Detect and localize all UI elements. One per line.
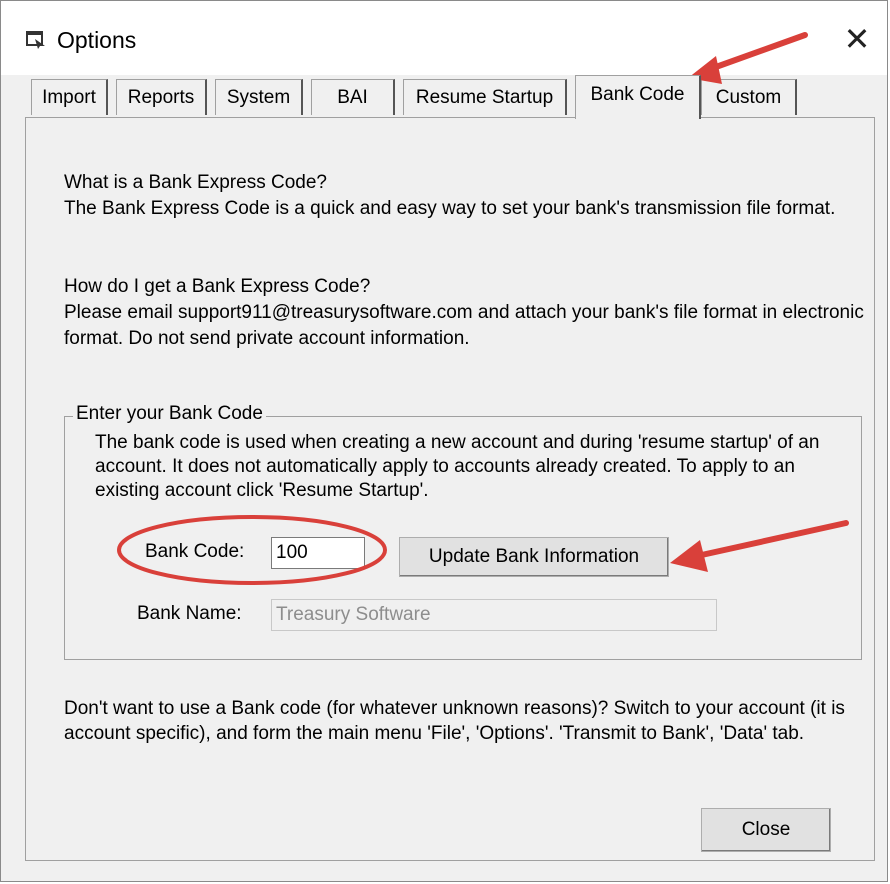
tab-custom[interactable]: Custom (701, 79, 797, 115)
update-bank-information-button[interactable]: Update Bank Information (399, 537, 669, 577)
bank-code-panel: What is a Bank Express Code? The Bank Ex… (25, 117, 875, 861)
group-legend: Enter your Bank Code (73, 403, 266, 425)
options-dialog: Options ✕ Import Reports System BAI Resu… (0, 0, 888, 882)
tab-import[interactable]: Import (31, 79, 108, 115)
title-bar: Options ✕ (1, 1, 887, 75)
bank-name-input (271, 599, 717, 631)
tab-bai[interactable]: BAI (311, 79, 395, 115)
tab-bank-code[interactable]: Bank Code (575, 75, 701, 119)
tab-reports[interactable]: Reports (116, 79, 207, 115)
close-window-icon[interactable]: ✕ (837, 19, 877, 59)
group-description: The bank code is used when creating a ne… (95, 432, 820, 501)
bank-name-label: Bank Name: (137, 603, 242, 624)
footer-note: Don't want to use a Bank code (for whate… (64, 698, 845, 744)
bank-code-input[interactable] (271, 537, 365, 569)
intro-text: What is a Bank Express Code? The Bank Ex… (64, 172, 836, 219)
tab-resume-startup[interactable]: Resume Startup (403, 79, 567, 115)
bank-code-label: Bank Code: (145, 541, 245, 562)
window-options-icon (26, 31, 45, 49)
tab-system[interactable]: System (215, 79, 303, 115)
window-title: Options (57, 27, 137, 53)
bank-code-group: Enter your Bank Code The bank code is us… (64, 403, 862, 660)
howto-text: How do I get a Bank Express Code? Please… (64, 276, 864, 349)
close-button[interactable]: Close (701, 808, 831, 852)
